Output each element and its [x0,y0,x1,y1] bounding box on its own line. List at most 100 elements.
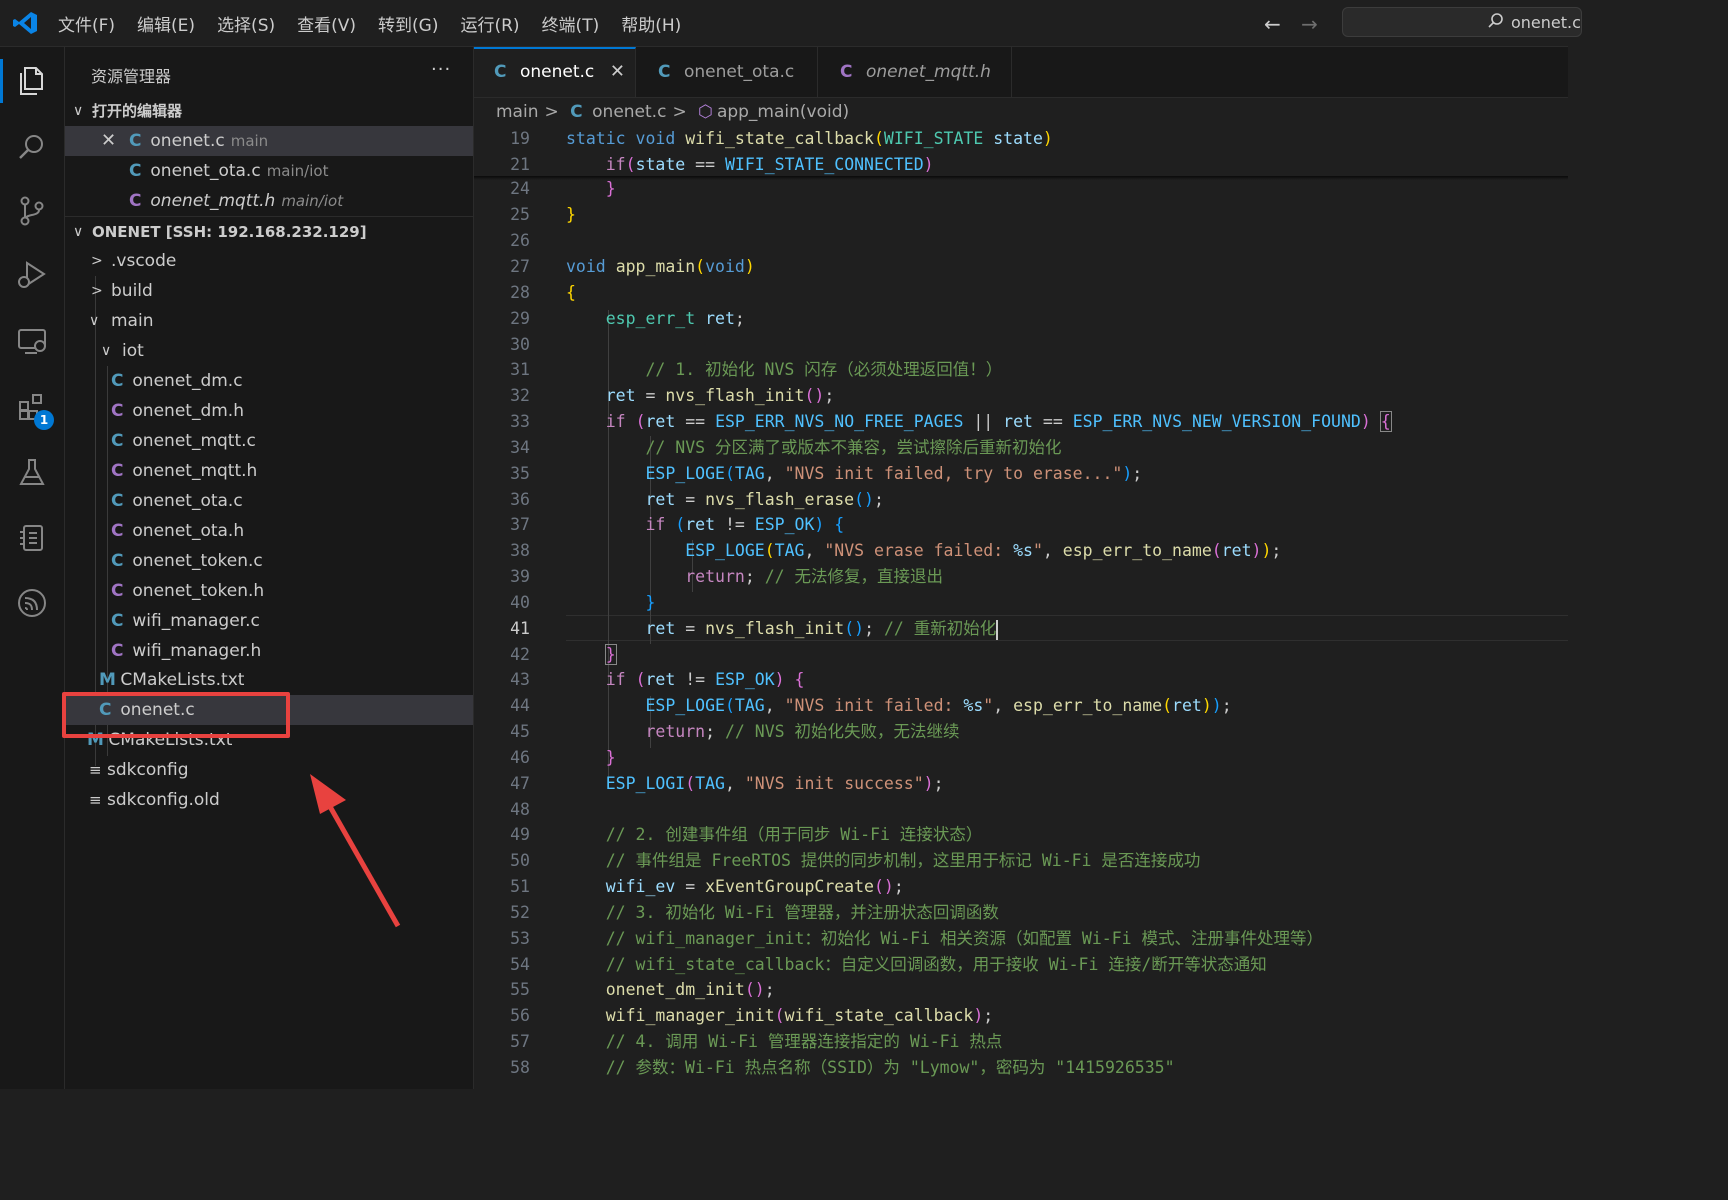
remote-explorer-icon [18,329,46,354]
code-line: // 4. 调用 Wi-Fi 管理器连接指定的 Wi-Fi 热点 [605,1032,1003,1051]
more-actions-icon[interactable]: ··· [431,59,451,80]
file-item[interactable]: C wifi_manager.c [65,606,473,636]
file-item[interactable]: ≡ sdkconfig.old [65,785,473,815]
close-icon[interactable]: ✕ [610,49,625,95]
line-number: 39 [510,567,530,586]
open-editor-item[interactable]: C onenet_mqtt.h main/iot [65,186,473,216]
h-file-icon: C [840,62,853,82]
breadcrumb-symbol[interactable]: app_main(void) [717,102,849,122]
file-item[interactable]: C onenet_token.h [65,576,473,606]
folder-name: iot [122,341,144,361]
code-line: wifi_manager_init(wifi_state_callback); [605,1006,994,1025]
code-editor[interactable]: 19 21 24 25 26 27 28 29 30 31 32 33 34 3… [474,126,1568,1089]
file-item[interactable]: ≡ sdkconfig [65,755,473,785]
file-item[interactable]: C onenet_dm.c [65,366,473,396]
forward-arrow-icon[interactable]: → [1301,12,1318,36]
close-icon[interactable]: ✕ [101,126,116,156]
menu-file[interactable]: 文件(F) [58,11,115,36]
file-item[interactable]: C onenet_token.c [65,546,473,576]
menu-help[interactable]: 帮助(H) [621,11,681,36]
open-editors-title: 打开的编辑器 [92,102,183,120]
open-editor-desc: main/iot [266,162,329,180]
source-control-activity[interactable] [0,183,64,239]
code-line: if (ret != ESP_OK) { [605,670,805,689]
code-line: // wifi_state_callback：自定义回调函数，用于接收 Wi-F… [605,955,1267,974]
chevron-down-icon: ∨ [73,103,84,119]
folder-item[interactable]: > .vscode [65,246,473,276]
tab-onenet-ota-c[interactable]: Conenet_ota.c [636,47,818,97]
symbol-method-icon: ⬡ [698,102,713,122]
menu-terminal[interactable]: 终端(T) [542,11,600,36]
file-item[interactable]: C onenet_mqtt.h [65,456,473,486]
line-number: 21 [510,155,530,174]
file-name: wifi_manager.h [132,641,262,661]
annotation-arrow-icon [310,774,401,928]
folder-name: .vscode [111,251,177,271]
folder-item[interactable]: > build [65,276,473,306]
open-editor-desc: main/iot [281,192,344,210]
file-item[interactable]: C onenet_mqtt.c [65,426,473,456]
explorer-activity[interactable] [0,53,64,109]
open-editor-item[interactable]: ✕ C onenet.c main [65,126,473,156]
editor-tabs: Conenet.c ✕ Conenet_ota.c Conenet_mqtt.h [474,47,1568,98]
line-number: 31 [510,360,530,379]
file-item[interactable]: M CMakeLists.txt [65,665,473,695]
tab-onenet-c[interactable]: Conenet.c ✕ [474,47,636,97]
h-file-icon: C [111,641,124,661]
file-item[interactable]: C onenet_ota.c [65,486,473,516]
line-number: 42 [510,645,530,664]
menu-edit[interactable]: 编辑(E) [137,11,195,36]
file-name: onenet_dm.c [132,371,243,391]
annotation-highlight-box [62,692,290,738]
breadcrumb-folder[interactable]: main [496,102,538,122]
workspace-header[interactable]: ∨ ONENET [SSH: 192.168.232.129] [65,216,473,247]
file-name: sdkconfig [106,760,189,780]
folder-item[interactable]: ∨ iot [65,336,473,366]
file-name: onenet_token.h [132,581,265,601]
espressif-activity[interactable] [0,575,64,631]
device-activity[interactable] [0,509,64,565]
settings-file-icon: ≡ [89,761,102,779]
back-arrow-icon[interactable]: ← [1264,12,1281,36]
file-item[interactable]: C onenet_dm.h [65,396,473,426]
title-bar: 文件(F) 编辑(E) 选择(S) 查看(V) 转到(G) 运行(R) 终端(T… [0,0,1582,47]
command-center[interactable]: onenet.c [1342,7,1582,37]
line-number: 32 [510,386,530,405]
line-number: 30 [510,335,530,354]
extensions-badge: 1 [34,410,54,430]
line-number-current: 41 [510,619,530,638]
chevron-down-icon: ∨ [73,224,84,240]
code-line-current: ret = nvs_flash_init(); // 重新初始化 [645,619,999,640]
menu-view[interactable]: 查看(V) [297,11,356,36]
search-activity[interactable] [0,119,64,175]
file-name: onenet_mqtt.c [132,431,256,451]
line-number: 36 [510,490,530,509]
file-name: wifi_manager.c [132,611,260,631]
c-file-icon: C [129,161,142,181]
folder-item[interactable]: ∨ main [65,306,473,336]
file-name: onenet_token.c [132,551,263,571]
remote-explorer-activity[interactable] [0,313,64,369]
breadcrumb-file[interactable]: onenet.c [592,102,666,122]
menu-selection[interactable]: 选择(S) [217,11,275,36]
tab-onenet-mqtt-h[interactable]: Conenet_mqtt.h [818,47,1012,97]
file-name: onenet_dm.h [132,401,244,421]
run-debug-activity[interactable] [0,247,64,303]
line-number: 29 [510,309,530,328]
testing-activity[interactable] [0,445,64,501]
extensions-activity[interactable]: 1 [0,379,64,435]
code-line: void app_main(void) [566,257,755,276]
code-line: // 参数：Wi-Fi 热点名称（SSID）为 "Lymow"，密码为 "141… [605,1058,1175,1077]
folder-name: main [111,311,154,331]
line-number: 55 [510,980,530,999]
file-item[interactable]: C onenet_ota.h [65,516,473,546]
open-editor-item[interactable]: C onenet_ota.c main/iot [65,156,473,186]
menu-go[interactable]: 转到(G) [378,11,438,36]
open-editors-header[interactable]: ∨ 打开的编辑器 [65,96,473,126]
breadcrumb: main > Conenet.c > ⬡ app_main(void) [474,98,1568,126]
line-number: 19 [510,129,530,148]
file-item[interactable]: C wifi_manager.h [65,636,473,666]
code-line: // 2. 创建事件组（用于同步 Wi-Fi 连接状态） [605,825,983,844]
menu-run[interactable]: 运行(R) [460,11,519,36]
open-editor-desc: main [230,132,269,150]
